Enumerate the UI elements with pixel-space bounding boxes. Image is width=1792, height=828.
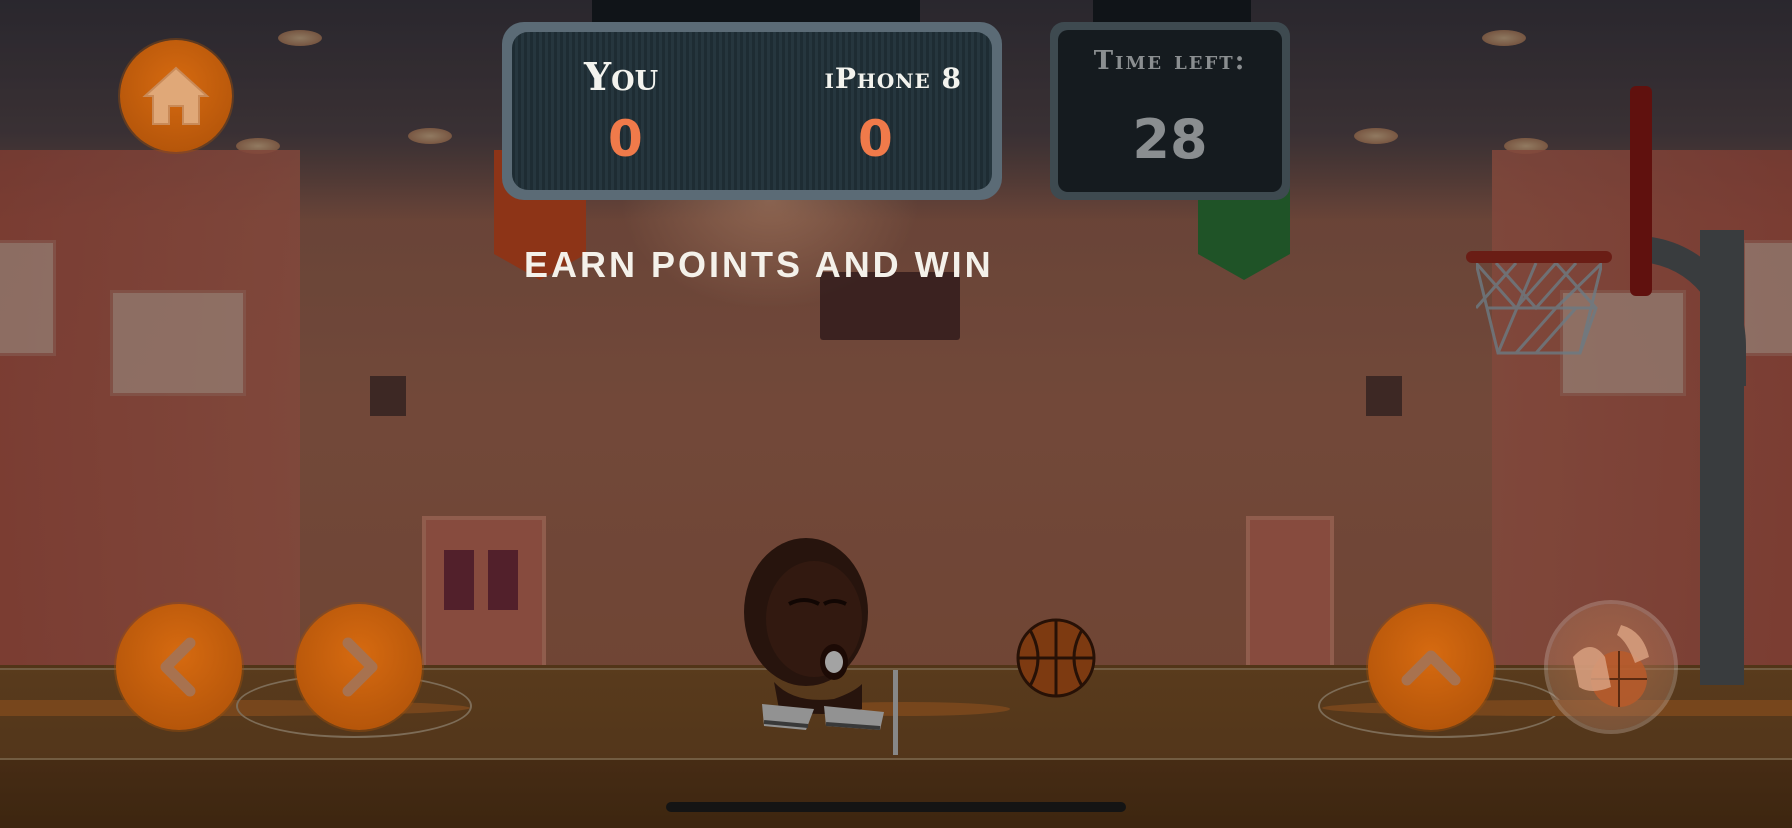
timer-panel: Time left: 28: [1058, 30, 1282, 192]
shoot-hands-ball-icon: [1573, 625, 1649, 707]
opponent-label: iPhone 8: [824, 62, 962, 95]
scoreboard-panel: You iPhone 8 0 0: [512, 32, 992, 190]
move-left-button[interactable]: [116, 604, 242, 730]
shoot-button[interactable]: [1548, 604, 1674, 730]
home-icon: [142, 66, 210, 125]
home-button[interactable]: [120, 40, 232, 152]
timer-label: Time left:: [1093, 46, 1247, 76]
instruction-message: EARN POINTS AND WIN: [524, 244, 994, 285]
jump-button[interactable]: [1368, 604, 1494, 730]
scoreboard-hanger: [592, 0, 920, 22]
timer-board: Time left: 28: [1050, 22, 1290, 200]
move-right-button[interactable]: [296, 604, 422, 730]
timer-value: 28: [1132, 108, 1208, 171]
chevron-up-icon: [1401, 650, 1461, 686]
home-indicator-bar[interactable]: [666, 802, 1126, 812]
player-label: You: [584, 54, 659, 99]
scoreboard: You iPhone 8 0 0: [502, 22, 1002, 200]
chevron-right-icon: [342, 637, 378, 697]
timer-hanger: [1093, 0, 1251, 22]
player-score: 0: [608, 110, 643, 168]
chevron-left-icon: [160, 637, 196, 697]
opponent-score: 0: [858, 110, 893, 168]
